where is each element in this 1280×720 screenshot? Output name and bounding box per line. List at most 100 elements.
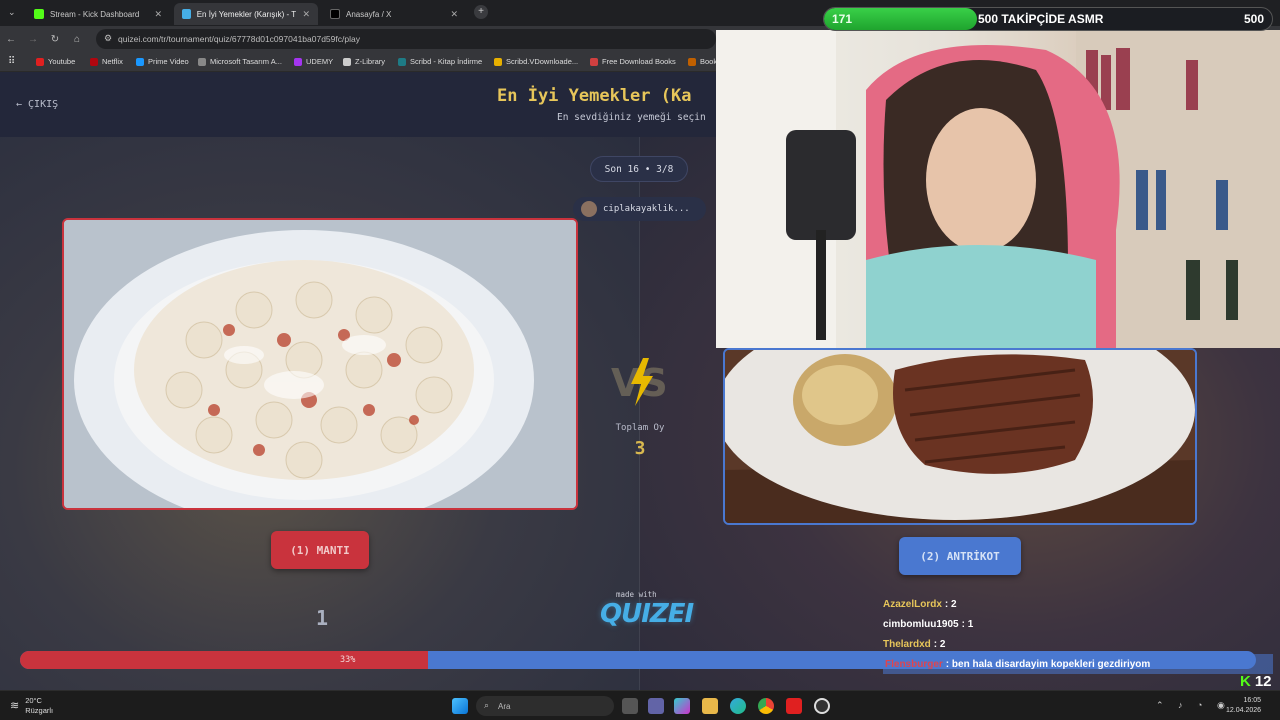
windows-taskbar: ≋ 20°C Rüzgarlı ⌕ Ara ⌃ ♪ ◔ ◉ 16:05 12.04… [0, 690, 1280, 720]
chat-message: cimbomluu1905: 1 [883, 614, 1273, 634]
author-chip[interactable]: ciplakayaklik... [573, 197, 706, 221]
edge-icon[interactable] [730, 698, 746, 714]
search-icon: ⌕ [484, 700, 490, 710]
weather-temp: 20°C [25, 696, 42, 705]
vote-left-button[interactable]: (1) MANTI [271, 531, 369, 569]
file-explorer-icon[interactable] [702, 698, 718, 714]
youtube-app-icon[interactable] [786, 698, 802, 714]
versus-icon: VS [611, 358, 668, 406]
chat-username: AzazelLordx [883, 598, 942, 610]
book-icon [688, 57, 696, 66]
copilot-icon[interactable] [674, 698, 690, 714]
forward-icon[interactable]: → [22, 34, 44, 45]
apps-icon[interactable]: ⠿ [8, 56, 15, 67]
bookmark-prime-video[interactable]: Prime Video [136, 57, 189, 66]
chat-message: Flensburger: ben hala disardayim kopekle… [883, 654, 1273, 674]
exit-label: ÇIKIŞ [28, 99, 59, 110]
books-icon [590, 57, 598, 66]
chat-username: Flensburger [885, 658, 943, 670]
wind-icon: ≋ [10, 700, 20, 712]
follower-goal-value: 500 [1244, 12, 1265, 26]
task-view-icon[interactable] [622, 698, 638, 714]
udemy-icon [294, 57, 302, 66]
round-badge: Son 16 • 3/8 [590, 156, 688, 182]
weather-widget[interactable]: ≋ 20°C Rüzgarlı [10, 696, 53, 716]
bookmark-scribd-downloader[interactable]: Scribd.VDownloade... [494, 57, 578, 66]
chat-text: : ben hala disardayim kopekleri gezdiriy… [945, 658, 1151, 670]
tab-title: Anasayfa / X [346, 9, 392, 19]
taskbar-search[interactable]: ⌕ Ara [476, 696, 614, 716]
avatar [581, 201, 597, 217]
total-vote-value: 3 [634, 438, 646, 459]
chat-overlay: AzazelLordx: 2 cimbomluu1905: 1 Thelardxd:… [883, 594, 1273, 674]
new-tab-icon[interactable]: + [474, 5, 488, 19]
zlibrary-icon [343, 57, 351, 66]
chat-text: : 1 [961, 618, 974, 630]
tab-title: Stream - Kick Dashboard [50, 9, 140, 19]
tab-quizei[interactable]: En İyi Yemekler (Karışık) - Tier L ✕ [174, 3, 318, 25]
exit-button[interactable]: ← ÇIKIŞ [16, 99, 58, 110]
start-icon[interactable] [452, 698, 468, 714]
search-placeholder: Ara [498, 701, 511, 711]
taskbar-clock[interactable]: 16:05 12.04.2026 [1226, 696, 1261, 716]
close-tab-icon[interactable]: ✕ [154, 9, 162, 20]
bookmark-zlibrary[interactable]: Z-Library [343, 57, 385, 66]
teams-icon[interactable] [648, 698, 664, 714]
vote-right-button[interactable]: (2) ANTRİKOT [899, 537, 1021, 575]
chrome-icon[interactable] [758, 698, 774, 714]
prime-video-icon [136, 57, 144, 66]
follower-count: 171 [832, 12, 853, 26]
address-bar[interactable]: ⚙ quizei.com/tr/tournament/quiz/67778d01… [96, 29, 716, 49]
x-favicon-icon [330, 9, 340, 19]
chat-text: : 2 [933, 638, 946, 650]
chat-message: AzazelLordx: 2 [883, 594, 1273, 614]
microsoft-icon [198, 57, 206, 66]
author-name: ciplakayaklik... [603, 204, 690, 214]
tab-kick-dashboard[interactable]: Stream - Kick Dashboard ✕ [26, 3, 170, 25]
weather-desc: Rüzgarlı [25, 706, 54, 715]
arrow-left-icon: ← [16, 99, 23, 110]
quiz-subtitle: En sevdiğiniz yemeği seçin [557, 112, 706, 123]
webcam-feed [716, 30, 1280, 348]
close-tab-icon[interactable]: ✕ [450, 9, 458, 20]
bookmark-udemy[interactable]: UDEMY [294, 57, 333, 66]
tab-title: En İyi Yemekler (Karışık) - Tier L [196, 9, 297, 19]
webcam-overlay [716, 30, 1280, 348]
bookmark-free-download-books[interactable]: Free Download Books [590, 57, 676, 66]
bookmark-book[interactable]: Book [688, 57, 717, 66]
downloader-icon [494, 57, 502, 66]
bookmark-microsoft[interactable]: Microsoft Tasarım A... [198, 57, 282, 66]
close-tab-icon[interactable]: ✕ [302, 9, 310, 20]
bookmark-scribd[interactable]: Scribd - Kitap İndirme [398, 57, 482, 66]
manti-image [64, 220, 576, 508]
made-with-label: made with [616, 590, 657, 599]
chat-username: cimbomluu1905 [883, 618, 959, 630]
reload-icon[interactable]: ↻ [44, 34, 66, 45]
quizei-logo[interactable]: QUIZEI [600, 599, 694, 629]
vote-progress-label: 33% [340, 655, 356, 665]
quiz-title: En İyi Yemekler (Ka [497, 86, 692, 106]
tab-x[interactable]: Anasayfa / X ✕ [322, 3, 466, 25]
chat-text: : 2 [944, 598, 957, 610]
chat-message: Thelardxd: 2 [883, 634, 1273, 654]
chat-username: Thelardxd [883, 638, 931, 650]
back-icon[interactable]: ← [0, 34, 22, 45]
url-text: quizei.com/tr/tournament/quiz/67778d01c0… [118, 34, 360, 44]
vote-progress-fill [20, 651, 428, 669]
antrikot-image [725, 350, 1195, 523]
site-info-icon[interactable]: ⚙ [104, 33, 112, 44]
bookmark-youtube[interactable]: Youtube [36, 57, 75, 66]
option-card-left[interactable] [62, 218, 578, 510]
bookmark-netflix[interactable]: Netflix [90, 57, 123, 66]
viewer-counter: K 12 [1240, 673, 1272, 690]
follower-goal-bar: 171 500 TAKİPÇİDE ASMR 500 [823, 7, 1273, 31]
option-card-right[interactable] [723, 348, 1197, 525]
kick-logo-icon: K [1240, 673, 1251, 690]
netflix-icon [90, 57, 98, 66]
total-vote-label: Toplam Oy [615, 423, 665, 433]
obs-icon[interactable] [814, 698, 830, 714]
system-tray-icons[interactable]: ⌃ ♪ ◔ ◉ [1156, 700, 1231, 711]
tab-search-icon[interactable]: ⌄ [8, 7, 16, 18]
viewer-count: 12 [1254, 673, 1272, 690]
home-icon[interactable]: ⌂ [66, 34, 88, 45]
